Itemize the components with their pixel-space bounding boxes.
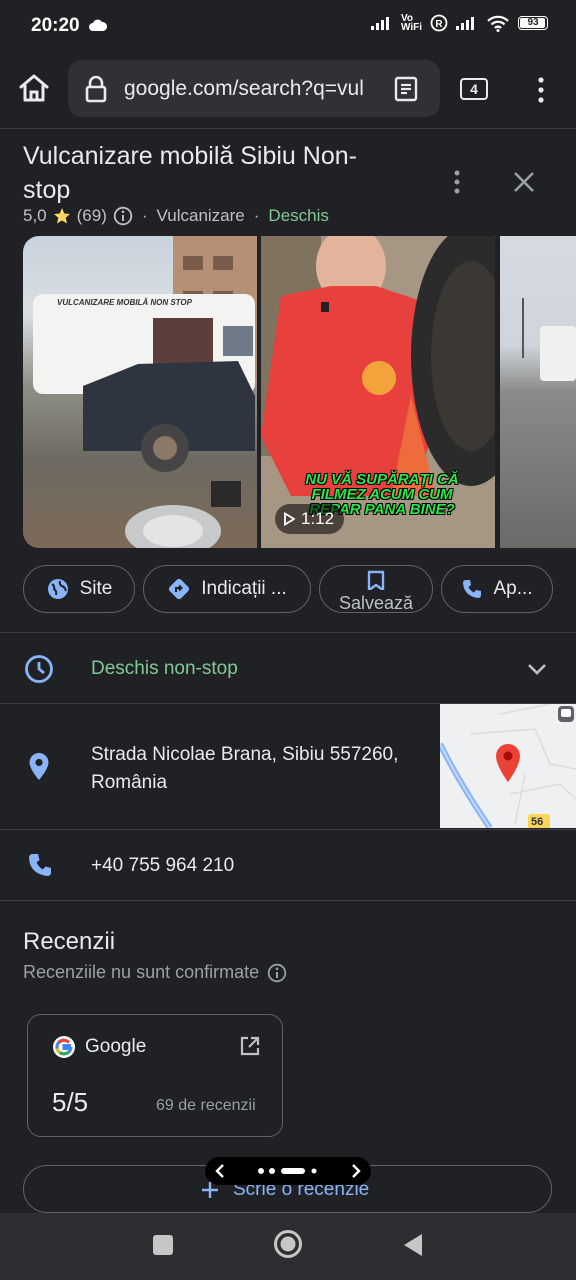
parking-scene-graphic bbox=[522, 298, 576, 381]
separator-dot: · bbox=[141, 206, 148, 225]
address-row[interactable]: Strada Nicolae Brana, Sibiu 557260, Româ… bbox=[0, 704, 440, 829]
hours-text: Deschis non-stop bbox=[91, 658, 238, 679]
review-source: Google bbox=[85, 1036, 147, 1057]
status-bar: 20:20 Vo WiFi R 93 bbox=[0, 0, 576, 52]
place-title: Vulcanizare mobilă Sibiu Non-stop bbox=[23, 142, 357, 204]
info-icon[interactable] bbox=[113, 206, 133, 226]
photo-video[interactable]: NU VĂ SUPĂRAȚI CĂ FILMEZ ACUM CUM REPAR … bbox=[261, 236, 495, 548]
home-nav-icon[interactable] bbox=[273, 1229, 303, 1259]
clock-icon bbox=[25, 655, 53, 683]
site-label: Site bbox=[79, 578, 113, 599]
home-icon[interactable] bbox=[18, 73, 50, 103]
save-label: Salvează bbox=[338, 593, 414, 613]
site-button[interactable]: Site bbox=[23, 565, 135, 613]
review-score: 5/5 bbox=[52, 1087, 89, 1117]
info-icon[interactable] bbox=[267, 963, 287, 983]
play-icon bbox=[284, 512, 295, 526]
photo-van[interactable]: VULCANIZARE MOBILĂ NON STOP bbox=[23, 236, 257, 548]
place-more-icon[interactable] bbox=[452, 170, 462, 196]
reader-mode-icon[interactable] bbox=[394, 76, 418, 102]
url-text[interactable]: google.com/search?q=vul bbox=[124, 77, 374, 101]
battery-level: 93 bbox=[527, 17, 539, 28]
map-thumbnail[interactable]: 56 bbox=[440, 704, 576, 828]
save-button[interactable]: Salvează bbox=[319, 565, 433, 613]
phone-row[interactable]: +40 755 964 210 bbox=[0, 830, 576, 900]
status-time: 20:20 bbox=[31, 15, 80, 36]
chevron-left-icon[interactable] bbox=[215, 1163, 225, 1179]
van-sign-text: VULCANIZARE MOBILĂ NON STOP bbox=[57, 298, 192, 307]
map-road-label: 56 bbox=[531, 816, 544, 828]
phone-icon bbox=[29, 854, 51, 876]
more-menu-icon[interactable] bbox=[536, 76, 546, 104]
bookmark-icon bbox=[367, 570, 385, 590]
hours-row[interactable]: Deschis non-stop bbox=[0, 633, 576, 703]
phone-icon bbox=[463, 580, 482, 598]
google-logo-icon bbox=[53, 1036, 75, 1058]
google-review-card[interactable]: Google 5/5 69 de recenzii bbox=[27, 1014, 283, 1137]
location-pin-icon bbox=[29, 753, 49, 780]
svg-text:R: R bbox=[435, 19, 443, 30]
place-category: Vulcanizare bbox=[156, 206, 245, 225]
review-count-label: 69 de recenzii bbox=[156, 1097, 256, 1114]
call-button[interactable]: Ap... bbox=[441, 565, 553, 613]
van-scene-graphic bbox=[33, 236, 257, 548]
tab-pager[interactable] bbox=[205, 1157, 371, 1185]
call-label: Ap... bbox=[493, 578, 533, 599]
omnibox[interactable]: google.com/search?q=vul bbox=[68, 60, 440, 117]
reviews-title: Recenzii bbox=[23, 928, 116, 955]
video-duration: 1:12 bbox=[301, 509, 335, 528]
photo-parking[interactable] bbox=[500, 236, 576, 548]
directions-icon bbox=[169, 578, 190, 600]
directions-label: Indicații ... bbox=[201, 578, 287, 599]
rating-value: 5,0 bbox=[23, 206, 47, 225]
wifi-icon bbox=[487, 15, 509, 32]
phone-text: +40 755 964 210 bbox=[91, 855, 235, 876]
signal-2-icon bbox=[456, 17, 474, 30]
back-icon[interactable] bbox=[402, 1233, 424, 1257]
rating-row: 5,0 (69) · Vulcanizare · Deschis bbox=[23, 206, 329, 226]
signal-icon bbox=[370, 17, 389, 30]
volte-label: Vo WiFi bbox=[400, 13, 422, 33]
globe-icon bbox=[47, 579, 68, 599]
divider bbox=[0, 900, 576, 901]
reviews-subtitle-row: Recenziile nu sunt confirmate bbox=[23, 962, 287, 983]
address-text: Strada Nicolae Brana, Sibiu 557260, Româ… bbox=[91, 744, 399, 793]
status-icons: Vo WiFi R 93 bbox=[370, 13, 548, 33]
chevron-right-icon[interactable] bbox=[351, 1163, 361, 1179]
open-status: Deschis bbox=[268, 206, 329, 225]
page-dots-icon bbox=[258, 1168, 317, 1174]
star-icon bbox=[53, 208, 70, 224]
directions-button[interactable]: Indicații ... bbox=[143, 565, 311, 613]
separator-dot: · bbox=[253, 206, 260, 225]
browser-toolbar: google.com/search?q=vul 4 bbox=[0, 52, 576, 129]
tab-switcher-button[interactable]: 4 bbox=[460, 78, 488, 100]
battery-icon: 93 bbox=[518, 16, 548, 30]
close-icon[interactable] bbox=[513, 171, 535, 193]
video-duration-badge: 1:12 bbox=[275, 504, 345, 534]
roaming-icon: R bbox=[430, 14, 448, 32]
system-nav-bar bbox=[0, 1213, 576, 1280]
lock-icon[interactable] bbox=[84, 74, 108, 104]
chevron-down-icon[interactable] bbox=[527, 662, 547, 676]
recents-icon[interactable] bbox=[152, 1234, 174, 1256]
map-graphic bbox=[440, 704, 576, 828]
reviews-subtitle: Recenziile nu sunt confirmate bbox=[23, 962, 260, 982]
review-count[interactable]: (69) bbox=[77, 206, 107, 226]
open-in-new-icon[interactable] bbox=[240, 1036, 260, 1056]
cloud-icon bbox=[89, 19, 108, 31]
